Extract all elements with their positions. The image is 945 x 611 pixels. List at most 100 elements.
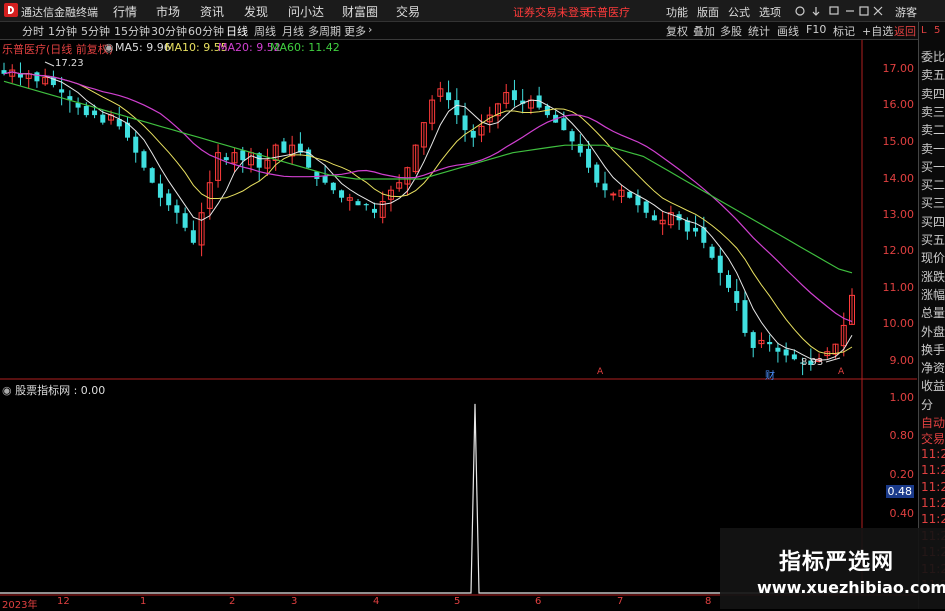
quote-side-panel: L 5 委比 卖五 卖四 卖三 卖二 卖一 买一 买二 买三 买四 买五 现价 涨跌 涨幅 总量 外盘 换手 净资… <box>918 22 945 609</box>
user-icon <box>795 6 805 16</box>
period-multi[interactable]: 多周期 <box>308 23 341 39</box>
candle-body <box>651 215 657 221</box>
candle-body <box>182 213 188 228</box>
menu-discover[interactable]: 发现 <box>244 3 268 20</box>
period-daily[interactable]: 日线 <box>226 23 248 39</box>
ma10-line <box>3 71 853 355</box>
side-item: 买二 <box>921 178 945 193</box>
chevron-right-icon[interactable]: › <box>368 23 372 36</box>
date-tick: 8 <box>705 596 712 607</box>
candle-body <box>314 171 320 179</box>
candle-body <box>190 230 196 243</box>
side-top-num: 5 <box>934 25 941 36</box>
side-item: 卖一 <box>921 141 945 156</box>
side-item: 自动 <box>921 416 945 430</box>
price-axis: 17.00 16.00 15.00 14.00 13.00 12.00 11.0… <box>862 38 917 578</box>
candle-body <box>83 105 89 116</box>
candle-body <box>791 354 797 360</box>
date-tick: 12 <box>57 596 70 607</box>
overlay-button[interactable]: 叠加 <box>693 23 715 39</box>
candle-body <box>59 89 65 93</box>
menu-options[interactable]: 选项 <box>759 4 781 20</box>
candle-body <box>166 193 172 206</box>
watermark-url: www.xuezhibiao.com <box>757 578 945 597</box>
candle-body <box>586 148 592 168</box>
menu-market[interactable]: 市场 <box>156 3 180 20</box>
date-tick: 3 <box>291 596 298 607</box>
candle-body <box>100 114 106 123</box>
period-more[interactable]: 更多 <box>344 23 366 39</box>
menu-function[interactable]: 功能 <box>666 4 688 20</box>
candle-body <box>371 208 377 213</box>
price-tick: 9.00 <box>889 354 915 367</box>
f10-button[interactable]: F10 <box>806 23 826 36</box>
high-arrow <box>44 61 55 67</box>
price-tick: 17.00 <box>882 62 915 75</box>
indicator-label[interactable]: 股票指标网 : 0.00 <box>15 384 105 397</box>
price-tick: 11.00 <box>882 281 915 294</box>
menu-ask[interactable]: 问小达 <box>288 3 324 20</box>
kline-chart[interactable] <box>0 40 917 596</box>
candle-body <box>454 100 460 116</box>
menu-news[interactable]: 资讯 <box>200 3 224 20</box>
trade-login-warning[interactable]: 证券交易未登录 <box>513 4 590 20</box>
side-item: 11:2 <box>921 512 945 527</box>
side-item: 买五 <box>921 233 945 247</box>
screen-icon <box>829 6 839 15</box>
candle-body <box>149 168 155 183</box>
period-30min[interactable]: 30分钟 <box>151 23 187 39</box>
high-price-label: 17.23 <box>55 58 84 69</box>
multi-stock-button[interactable]: 多股 <box>720 23 742 39</box>
candle-body <box>17 74 23 78</box>
period-tick[interactable]: 分时 <box>22 23 44 39</box>
candle-body <box>355 201 361 206</box>
add-watchlist-button[interactable]: +自选 <box>862 23 893 39</box>
side-item: 涨幅 <box>921 287 945 302</box>
price-tick: 12.00 <box>882 244 915 257</box>
back-button[interactable]: 返回 <box>894 23 916 39</box>
adjust-button[interactable]: 复权 <box>666 23 688 39</box>
side-item: 交易 <box>921 432 945 447</box>
period-60min[interactable]: 60分钟 <box>188 23 224 39</box>
settings-icon[interactable]: ◉ <box>104 41 114 54</box>
date-tick: 2 <box>229 596 236 607</box>
mark-button[interactable]: 标记 <box>833 23 855 39</box>
candle-body <box>726 274 732 288</box>
candle-body <box>470 130 476 138</box>
side-item: 卖二 <box>921 123 945 138</box>
indicator-settings-icon[interactable]: ◉ <box>2 384 15 397</box>
low-price-label: 8.93 <box>801 357 824 368</box>
period-1min[interactable]: 1分钟 <box>48 23 77 39</box>
stats-button[interactable]: 统计 <box>748 23 770 39</box>
guest-label[interactable]: 游客 <box>895 4 917 20</box>
menu-wealth[interactable]: 财富圈 <box>342 3 378 20</box>
side-item: 总量 <box>921 306 945 321</box>
draw-button[interactable]: 画线 <box>777 23 799 39</box>
period-monthly[interactable]: 月线 <box>282 23 304 39</box>
side-item: 卖三 <box>921 104 945 119</box>
finance-marker[interactable]: 财 <box>765 367 775 382</box>
candle-body <box>462 115 468 131</box>
event-marker-a[interactable]: A <box>597 367 603 377</box>
menu-layout[interactable]: 版面 <box>697 4 719 20</box>
menu-formula[interactable]: 公式 <box>728 4 750 20</box>
window-controls <box>795 6 883 16</box>
indicator-tick: 0.40 <box>889 507 915 520</box>
candle-body <box>684 220 690 232</box>
period-15min[interactable]: 15分钟 <box>114 23 150 39</box>
date-tick: 1 <box>140 596 147 607</box>
stock-label[interactable]: 乐普医疗(日线 前复权) <box>2 41 113 57</box>
side-top-letter: L <box>921 25 927 36</box>
candle-body <box>223 157 229 161</box>
period-weekly[interactable]: 周线 <box>254 23 276 39</box>
side-item: 11:2 <box>921 479 945 494</box>
side-item: 卖四 <box>921 86 945 101</box>
price-tick: 13.00 <box>882 208 915 221</box>
trade-stock-name[interactable]: 乐普医疗 <box>586 4 630 20</box>
candle-body <box>92 110 98 116</box>
candle-body <box>133 136 139 153</box>
period-5min[interactable]: 5分钟 <box>81 23 110 39</box>
menu-trade[interactable]: 交易 <box>396 3 420 20</box>
menu-quotes[interactable]: 行情 <box>113 3 137 20</box>
event-marker-a2[interactable]: A <box>838 367 844 377</box>
